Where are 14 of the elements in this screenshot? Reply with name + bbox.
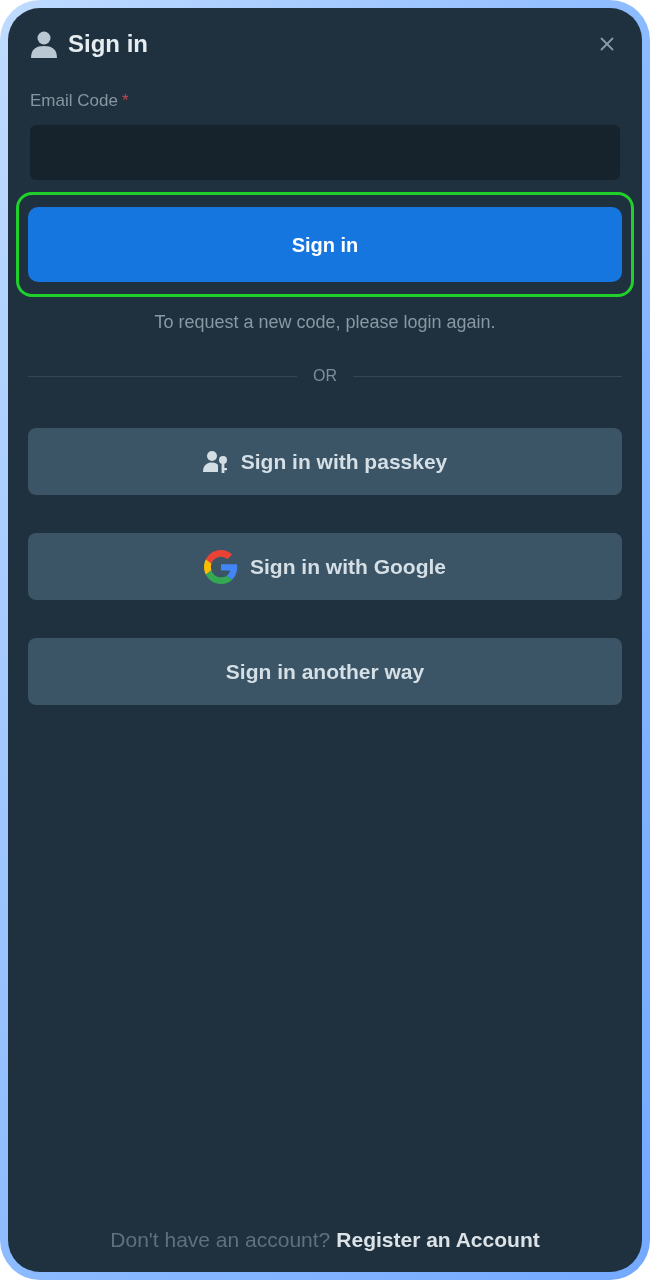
hint-text: To request a new code, please login again.: [153, 311, 497, 333]
required-mark: *: [121, 92, 129, 110]
google-sign-in-button[interactable]: Sign in with Google: [28, 533, 622, 600]
signup-prompt: Don't have an account?: [110, 1228, 331, 1252]
person-icon: [30, 30, 58, 58]
register-link[interactable]: Register an Account: [336, 1228, 540, 1252]
passkey-icon: [202, 449, 229, 474]
other-sign-in-button[interactable]: Sign in another way: [28, 638, 622, 705]
or-divider-label: OR: [313, 366, 337, 386]
dialog-title: Sign in: [68, 29, 148, 59]
sign-in-button[interactable]: Sign in: [28, 207, 622, 282]
google-logo-icon: [204, 549, 238, 584]
passkey-sign-in-button[interactable]: Sign in with passkey: [28, 428, 622, 495]
field-label: Email Code: [30, 92, 118, 110]
